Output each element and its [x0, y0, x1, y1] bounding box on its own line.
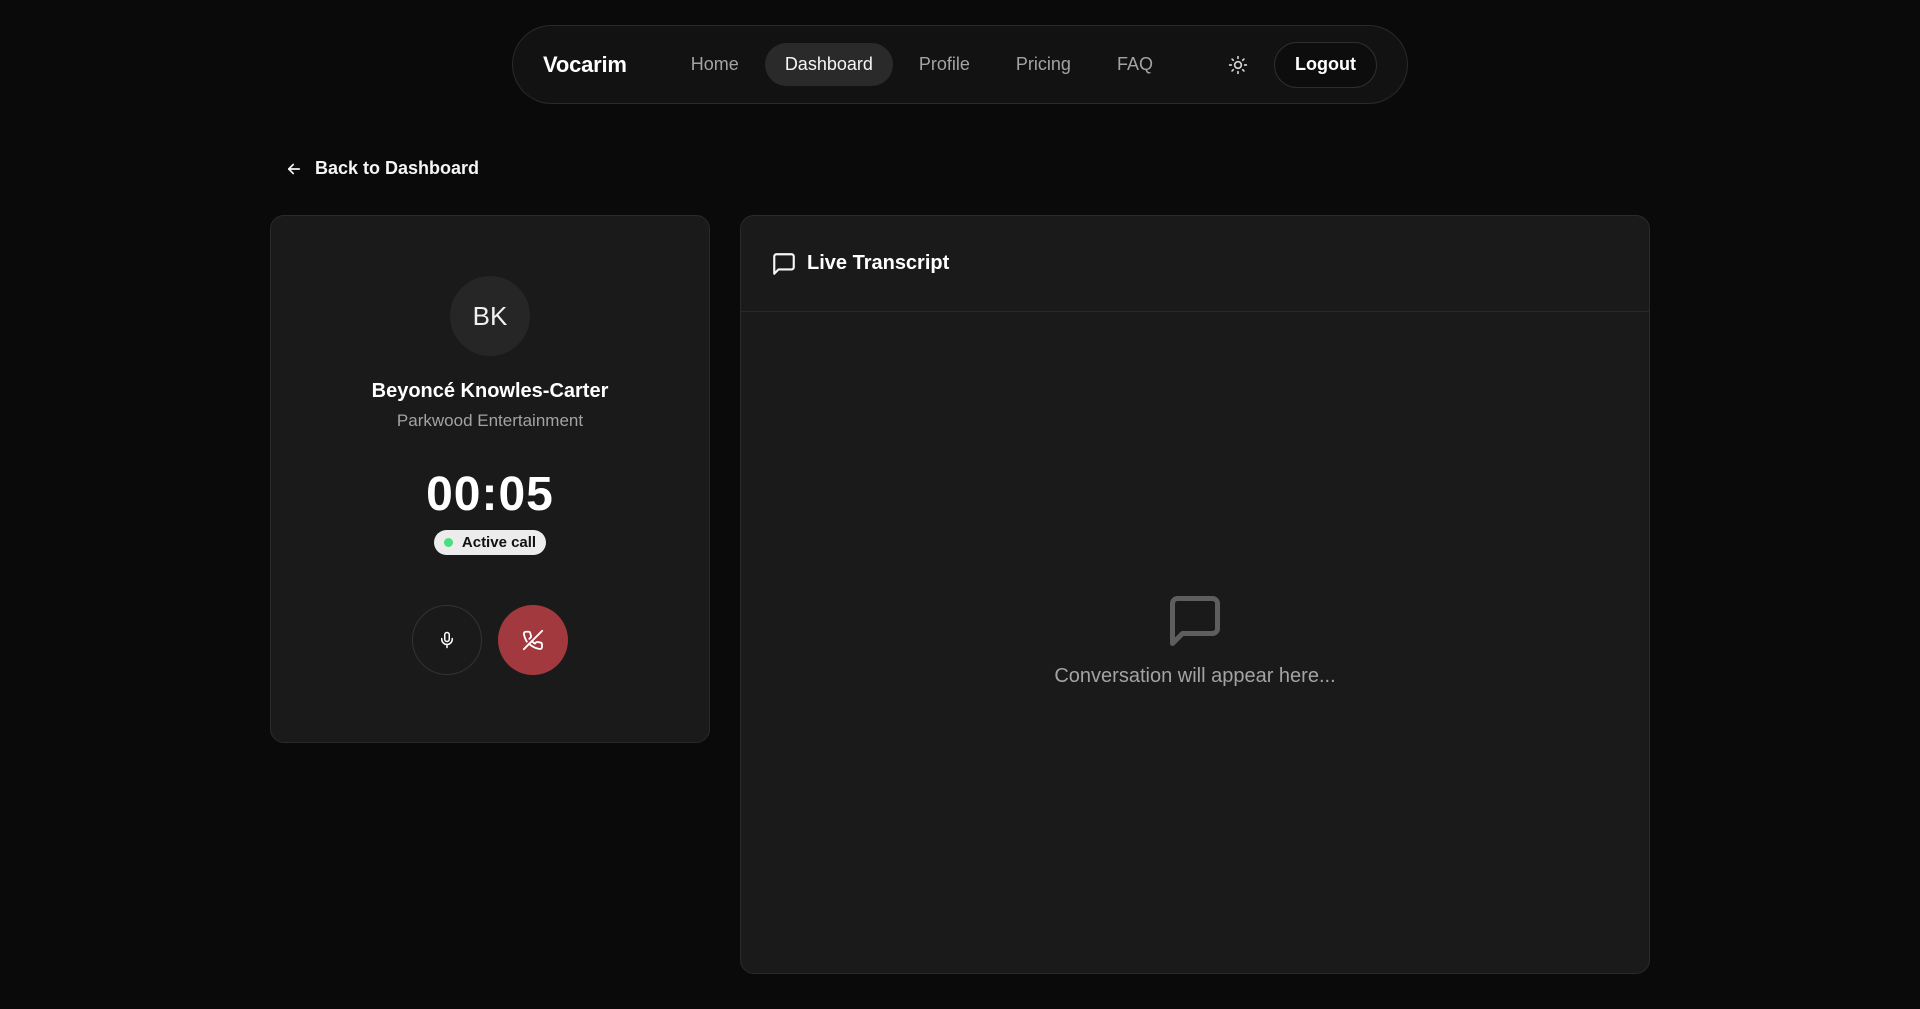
status-dot — [443, 538, 453, 547]
top-navbar: Vocarim Home Dashboard Profile Pricing F… — [512, 25, 1408, 104]
transcript-header: Live Transcript — [741, 216, 1649, 312]
status-label: Active call — [461, 534, 537, 551]
back-link-label: Back to Dashboard — [315, 158, 480, 178]
caller-card: BK Beyoncé Knowles-Carter Parkwood Enter… — [270, 215, 710, 743]
phone-off-icon — [522, 629, 544, 651]
sun-icon — [1228, 55, 1248, 74]
caller-company: Parkwood Entertainment — [396, 411, 584, 430]
transcript-title: Live Transcript — [807, 252, 950, 274]
transcript-empty-state: Conversation will appear here... — [741, 591, 1649, 688]
theme-toggle-button[interactable] — [1216, 43, 1260, 87]
call-controls — [412, 605, 568, 675]
end-call-button[interactable] — [498, 605, 568, 675]
empty-state-text: Conversation will appear here... — [1054, 665, 1336, 687]
logout-button[interactable]: Logout — [1274, 41, 1377, 88]
message-square-icon — [773, 252, 795, 275]
nav-link-pricing[interactable]: Pricing — [996, 43, 1091, 86]
live-transcript-panel: Live Transcript Conversation will appear… — [740, 215, 1650, 974]
microphone-icon — [441, 631, 453, 649]
nav-link-home[interactable]: Home — [671, 43, 759, 86]
arrow-left-icon — [287, 163, 301, 174]
nav-links: Home Dashboard Profile Pricing FAQ — [671, 43, 1173, 86]
back-to-dashboard-link[interactable]: Back to Dashboard — [285, 158, 479, 179]
caller-name: Beyoncé Knowles-Carter — [371, 380, 609, 402]
brand-logo[interactable]: Vocarim — [543, 52, 627, 78]
avatar: BK — [450, 276, 530, 356]
status-badge: Active call — [433, 530, 547, 555]
nav-link-dashboard[interactable]: Dashboard — [764, 43, 893, 86]
call-timer: 00:05 — [426, 468, 554, 521]
nav-link-faq[interactable]: FAQ — [1097, 43, 1173, 86]
nav-actions: Logout — [1216, 41, 1377, 88]
message-square-icon — [1170, 596, 1220, 646]
nav-link-profile[interactable]: Profile — [899, 43, 990, 86]
mute-button[interactable] — [412, 605, 482, 675]
